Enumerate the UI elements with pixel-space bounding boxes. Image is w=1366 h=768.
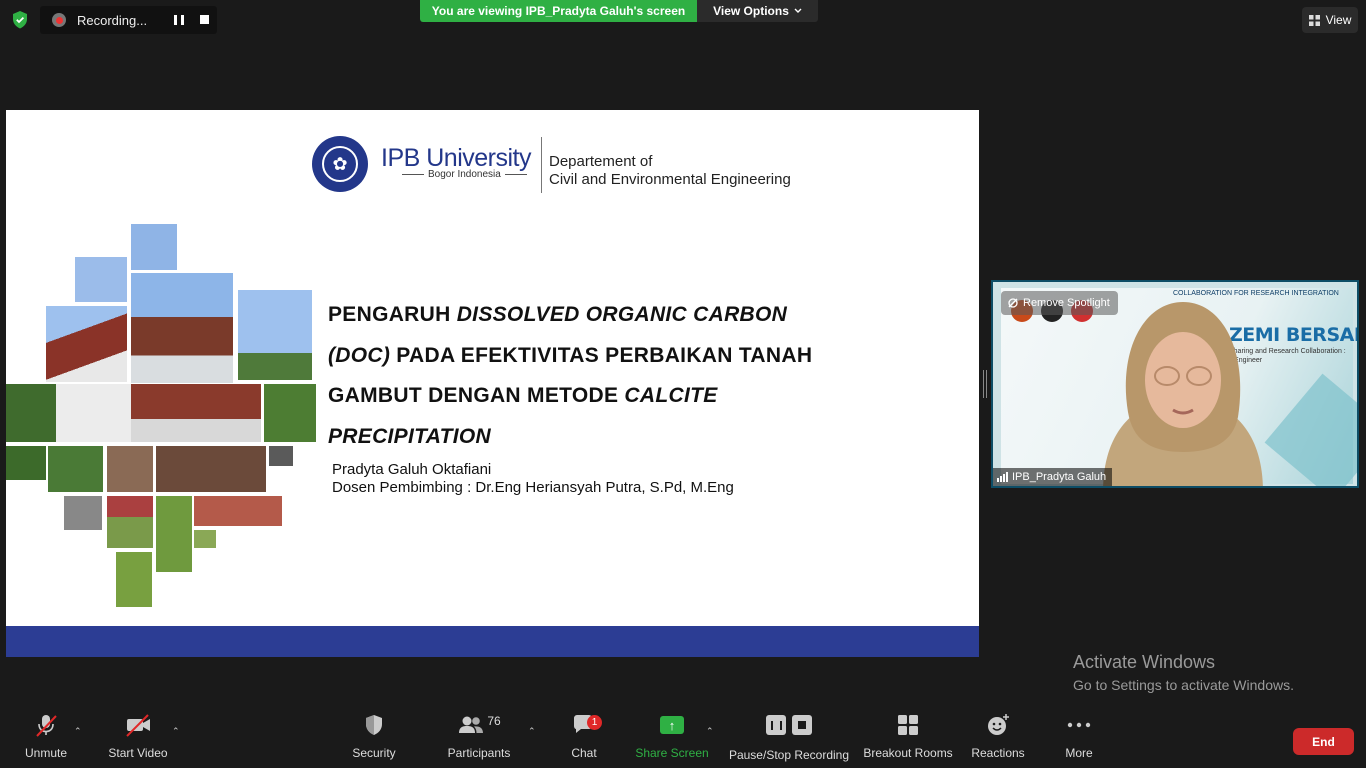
more-button[interactable]: More [1058, 710, 1100, 768]
participants-options-caret-icon[interactable]: ⌃ [528, 726, 536, 737]
more-label: More [1065, 746, 1093, 760]
view-button[interactable]: View [1302, 7, 1358, 33]
share-options-caret-icon[interactable]: ⌃ [706, 726, 714, 737]
department-line-1: Departement of [549, 153, 653, 170]
recording-label: Recording... [77, 12, 148, 28]
audio-options-caret-icon[interactable]: ⌃ [74, 726, 82, 737]
participants-button[interactable]: 76 Participants [446, 710, 512, 768]
participant-name: IPB_Pradyta Galuh [1012, 471, 1107, 483]
participants-icon [459, 716, 484, 733]
smiley-plus-icon [988, 714, 1009, 735]
start-video-label: Start Video [108, 746, 168, 760]
microphone-muted-icon [36, 715, 57, 737]
grid-view-icon [1308, 14, 1320, 26]
breakout-rooms-icon [898, 715, 918, 735]
pause-icon [766, 715, 786, 735]
participants-label: Participants [447, 746, 511, 760]
share-screen-label: Share Screen [635, 746, 709, 760]
end-meeting-button[interactable]: End [1293, 728, 1354, 755]
participant-person [1103, 302, 1263, 486]
spotlight-icon [1008, 298, 1018, 308]
participants-count: 76 [487, 714, 501, 728]
remove-spotlight-label: Remove Spotlight [1023, 297, 1110, 309]
security-label: Security [352, 746, 396, 760]
camera-off-icon [126, 714, 150, 737]
slide-author: Pradyta Galuh Oktafiani [332, 461, 492, 478]
view-button-label: View [1325, 13, 1352, 27]
activate-windows-title: Activate Windows [1073, 652, 1216, 672]
university-location: Bogor Indonesia [398, 169, 531, 180]
share-screen-arrow-icon: ↑ [660, 716, 684, 734]
ipb-logo-icon: ✿ [312, 136, 368, 192]
slide-title: PENGARUH DISSOLVED ORGANIC CARBON (DOC) … [328, 303, 813, 448]
slide-advisor: Dosen Pembimbing : Dr.Eng Heriansyah Put… [332, 479, 734, 496]
logo-divider [541, 137, 542, 193]
security-button[interactable]: Security [348, 710, 400, 768]
recording-dot-icon [52, 13, 66, 27]
view-options-label: View Options [713, 4, 789, 18]
reactions-button[interactable]: Reactions [970, 710, 1026, 768]
reactions-label: Reactions [971, 746, 1025, 760]
chat-label: Chat [571, 746, 597, 760]
chevron-down-icon [794, 8, 802, 13]
more-dots-icon [1067, 722, 1091, 728]
view-options-button[interactable]: View Options [697, 0, 818, 22]
activate-windows-subtitle: Go to Settings to activate Windows. [1073, 677, 1294, 693]
viewing-screen-banner: You are viewing IPB_Pradyta Galuh's scre… [420, 0, 697, 22]
stop-recording-icon[interactable] [200, 15, 209, 24]
pause-stop-recording-button[interactable]: Pause/Stop Recording [728, 710, 850, 768]
share-screen-button[interactable]: ↑ Share Screen [635, 710, 709, 768]
remove-spotlight-button[interactable]: Remove Spotlight [1001, 291, 1118, 315]
unmute-label: Unmute [24, 746, 68, 760]
shared-slide: ✿ IPB University Bogor Indonesia Departe… [6, 110, 979, 657]
start-video-button[interactable]: Start Video [104, 710, 172, 768]
pause-recording-icon[interactable] [174, 15, 184, 25]
breakout-rooms-label: Breakout Rooms [863, 746, 953, 760]
campus-photo-collage [6, 224, 316, 614]
chat-unread-badge: 1 [587, 715, 602, 730]
signal-strength-icon [997, 472, 1008, 482]
pause-stop-recording-label: Pause/Stop Recording [728, 748, 850, 762]
security-shield-icon[interactable] [8, 8, 32, 32]
resize-handle[interactable] [983, 370, 987, 398]
participant-name-tag: IPB_Pradyta Galuh [993, 468, 1113, 486]
recording-indicator: Recording... [40, 6, 217, 34]
slide-footer-band [6, 626, 979, 657]
video-options-caret-icon[interactable]: ⌃ [172, 726, 180, 737]
unmute-button[interactable]: Unmute [18, 710, 74, 768]
chat-button[interactable]: 1 Chat [566, 710, 602, 768]
department-line-2: Civil and Environmental Engineering [549, 171, 791, 188]
shield-icon [366, 715, 382, 735]
meeting-toolbar: Unmute ⌃ Start Video ⌃ Security 76 Parti… [0, 710, 1366, 768]
spotlight-video[interactable]: COLLABORATION FOR RESEARCH INTEGRATION Z… [991, 280, 1359, 488]
stop-icon [792, 715, 812, 735]
breakout-rooms-button[interactable]: Breakout Rooms [862, 710, 954, 768]
